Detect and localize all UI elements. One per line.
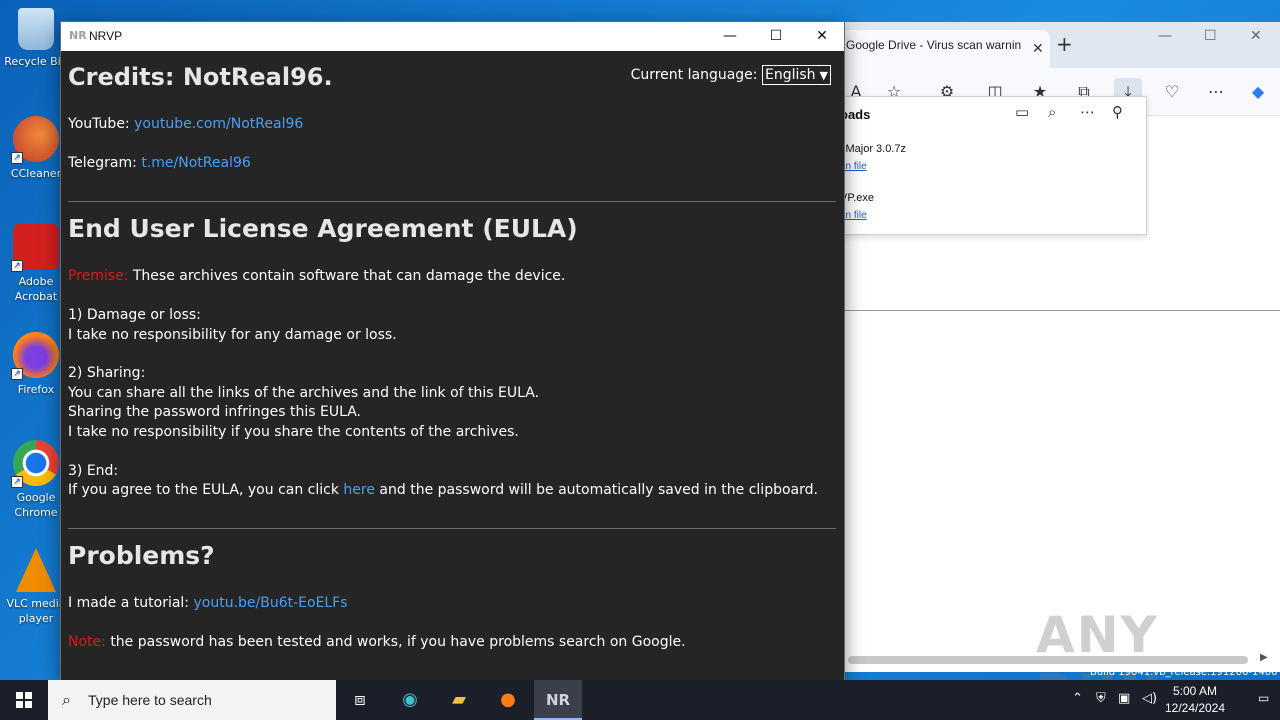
pin-icon[interactable]: ⚲ <box>1112 103 1123 121</box>
browser-tab[interactable]: Google Drive - Virus scan warnin ✕ <box>840 30 1050 68</box>
youtube-line: YouTube: youtube.com/NotReal96 <box>68 116 303 132</box>
close-button[interactable]: ✕ <box>799 22 845 51</box>
youtube-link[interactable]: youtube.com/NotReal96 <box>134 116 303 132</box>
close-icon[interactable]: ✕ <box>1250 28 1262 44</box>
build-text: Build 19041.vb_release.191206-1406 <box>1090 667 1278 678</box>
browser-tabbar: Google Drive - Virus scan warnin ✕ + — ☐… <box>840 22 1280 68</box>
browser-essentials-icon[interactable]: ♡ <box>1158 78 1186 106</box>
title-bar: NR NRVP — ☐ ✕ <box>61 22 844 51</box>
window-title: NRVP <box>89 29 123 43</box>
section-2-text: I take no responsibility if you share th… <box>68 424 519 440</box>
downloads-panel: oads ▭ ⌕ ⋯ ⚲ sMajor 3.0.7z en file VP.ex… <box>840 96 1147 235</box>
section-3-title: 3) End: <box>68 463 119 479</box>
problems-heading: Problems? <box>68 541 215 570</box>
language-dropdown[interactable]: English ▼ <box>761 65 831 85</box>
file-explorer-icon[interactable]: ▰ <box>435 680 483 720</box>
show-hidden-icons-icon[interactable]: ⌃ <box>1072 691 1083 706</box>
page-divider <box>840 310 1280 311</box>
task-view-icon[interactable]: ⧈ <box>336 680 384 720</box>
more-icon[interactable]: ⋯ <box>1080 103 1095 121</box>
tutorial-label: I made a tutorial: <box>68 595 190 611</box>
notifications-icon[interactable]: ▭ <box>1258 691 1269 705</box>
note-text: the password has been tested and works, … <box>110 634 686 650</box>
windows-logo-icon <box>16 692 32 708</box>
tutorial-line: I made a tutorial: youtu.be/Bu6t-EoELFs <box>68 595 348 611</box>
acrobat-icon: ↗ <box>11 224 59 272</box>
section-3-text: If you agree to the EULA, you can click … <box>68 482 818 498</box>
close-tab-icon[interactable]: ✕ <box>1032 40 1044 57</box>
language-value: English <box>764 67 816 83</box>
section-1-title: 1) Damage or loss: <box>68 307 201 323</box>
note-line: Note: the password has been tested and w… <box>68 634 686 650</box>
chevron-down-icon: ▼ <box>819 69 828 82</box>
firefox-taskbar-icon[interactable]: ● <box>484 680 532 720</box>
app-logo-icon: NR <box>69 29 87 42</box>
language-selector: Current language: English ▼ <box>631 65 831 85</box>
download-item-name: VP.exe <box>840 192 875 204</box>
section-2-text: Sharing the password infringes this EULA… <box>68 404 361 420</box>
app-content: Current language: English ▼ Credits: NotR… <box>61 51 844 683</box>
premise-text: These archives contain software that can… <box>132 268 566 284</box>
taskbar-search[interactable]: ⌕ Type here to search <box>48 680 336 720</box>
firefox-icon: ↗ <box>11 332 59 380</box>
premise-line: Premise: These archives contain software… <box>68 268 565 284</box>
eula-heading: End User License Agreement (EULA) <box>68 214 578 243</box>
recycle-bin-icon <box>18 8 54 50</box>
nrvp-taskbar-icon[interactable]: NR <box>534 680 582 720</box>
browser-tab-title: Google Drive - Virus scan warnin <box>846 38 1022 52</box>
maximize-button[interactable]: ☐ <box>753 22 799 51</box>
start-button[interactable] <box>0 680 48 720</box>
section-2-text: You can share all the links of the archi… <box>68 385 540 401</box>
network-icon[interactable]: ▣ <box>1118 691 1130 706</box>
divider <box>68 201 836 202</box>
premise-label: Premise: <box>68 268 129 284</box>
youtube-label: YouTube: <box>68 116 130 132</box>
copilot-icon[interactable]: ◆ <box>1244 78 1272 106</box>
language-label: Current language: <box>630 67 758 83</box>
agree-here-link[interactable]: here <box>343 482 375 498</box>
credits-heading: Credits: NotReal96. <box>68 63 333 91</box>
clock[interactable]: 5:00 AM 12/24/2024 <box>1160 683 1230 717</box>
maximize-icon[interactable]: ☐ <box>1204 28 1217 44</box>
minimize-icon[interactable]: — <box>1158 28 1172 44</box>
search-icon[interactable]: ⌕ <box>1048 103 1056 121</box>
divider <box>68 528 836 529</box>
browser-window: Google Drive - Virus scan warnin ✕ + — ☐… <box>840 22 1280 672</box>
clock-date: 12/24/2024 <box>1164 701 1226 715</box>
telegram-label: Telegram: <box>68 155 137 171</box>
security-icon[interactable]: ⛨ <box>1096 691 1106 706</box>
download-item-name: sMajor 3.0.7z <box>840 143 907 155</box>
chrome-icon: ↗ <box>11 440 59 488</box>
section-2-title: 2) Sharing: <box>68 365 146 381</box>
new-tab-icon[interactable]: + <box>1056 32 1073 56</box>
search-icon: ⌕ <box>62 690 71 709</box>
edge-icon[interactable]: ◉ <box>386 680 434 720</box>
volume-icon[interactable]: ◁) <box>1142 691 1157 706</box>
clock-time: 5:00 AM <box>1172 684 1218 698</box>
more-options-icon[interactable]: ⋯ <box>1202 78 1230 106</box>
minimize-button[interactable]: — <box>707 22 753 51</box>
telegram-link[interactable]: t.me/NotReal96 <box>141 155 250 171</box>
note-label: Note: <box>68 634 106 650</box>
tutorial-link[interactable]: youtu.be/Bu6t-EoELFs <box>193 595 347 611</box>
telegram-line: Telegram: t.me/NotReal96 <box>68 155 251 171</box>
vlc-icon <box>16 548 56 592</box>
section-1-text: I take no responsibility for any damage … <box>68 327 397 343</box>
section-3-pre: If you agree to the EULA, you can click <box>68 482 339 498</box>
taskbar: ⌕ Type here to search ⧈ ◉ ▰ ● NR ⌃ ⛨ ▣ ◁… <box>0 680 1280 720</box>
search-placeholder: Type here to search <box>88 692 212 708</box>
nrvp-window: NR NRVP — ☐ ✕ Current language: English ▼… <box>60 21 845 683</box>
ccleaner-icon: ↗ <box>11 116 59 164</box>
section-3-post: and the password will be automatically s… <box>379 482 818 498</box>
open-folder-icon[interactable]: ▭ <box>1015 103 1029 121</box>
